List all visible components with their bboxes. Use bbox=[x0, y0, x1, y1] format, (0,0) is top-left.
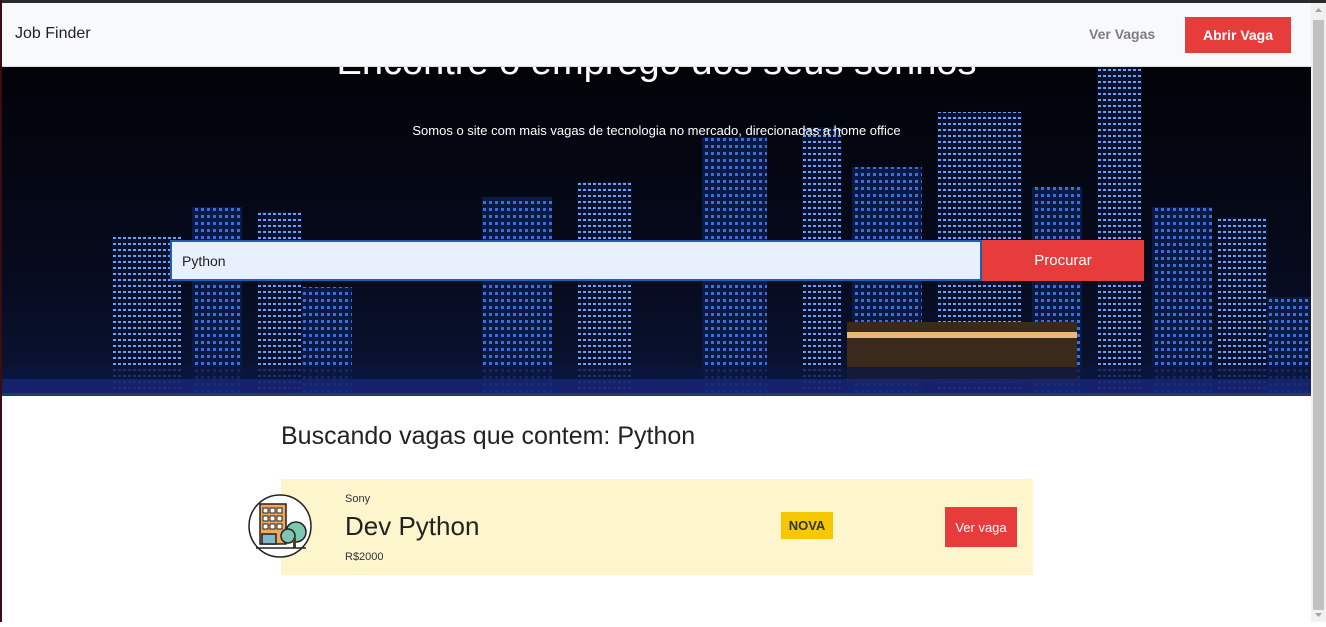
search-results-heading: Buscando vagas que contem: Python bbox=[281, 422, 696, 450]
abrir-vaga-button[interactable]: Abrir Vaga bbox=[1185, 17, 1291, 53]
job-search-input[interactable] bbox=[170, 240, 982, 281]
hero-banner: Encontre o emprego dos seus sonhos Somos… bbox=[2, 67, 1311, 394]
building-tree-icon bbox=[248, 494, 312, 558]
hero-bottom-border bbox=[2, 393, 1311, 396]
job-title: Dev Python bbox=[345, 511, 480, 541]
job-company: Sony bbox=[345, 493, 371, 505]
city-skyline-background bbox=[2, 67, 1311, 394]
window-left-edge bbox=[0, 0, 2, 622]
procurar-button[interactable]: Procurar bbox=[982, 240, 1144, 281]
ver-vagas-link[interactable]: Ver Vagas bbox=[1089, 26, 1155, 42]
job-salary: R$2000 bbox=[345, 551, 384, 563]
scrollbar-thumb[interactable] bbox=[1313, 20, 1324, 610]
hero-title: Encontre o emprego dos seus sonhos bbox=[2, 67, 1311, 84]
ver-vaga-button[interactable]: Ver vaga bbox=[945, 507, 1017, 547]
brand-logo[interactable]: Job Finder bbox=[15, 25, 91, 43]
scroll-down-arrow-icon[interactable] bbox=[1311, 607, 1326, 622]
vertical-scrollbar[interactable] bbox=[1311, 3, 1326, 622]
hero-subtitle: Somos o site com mais vagas de tecnologi… bbox=[412, 123, 901, 138]
navbar: Job Finder Ver Vagas Abrir Vaga bbox=[2, 3, 1311, 67]
scroll-up-arrow-icon[interactable] bbox=[1311, 3, 1326, 18]
new-job-badge: NOVA bbox=[781, 512, 833, 539]
